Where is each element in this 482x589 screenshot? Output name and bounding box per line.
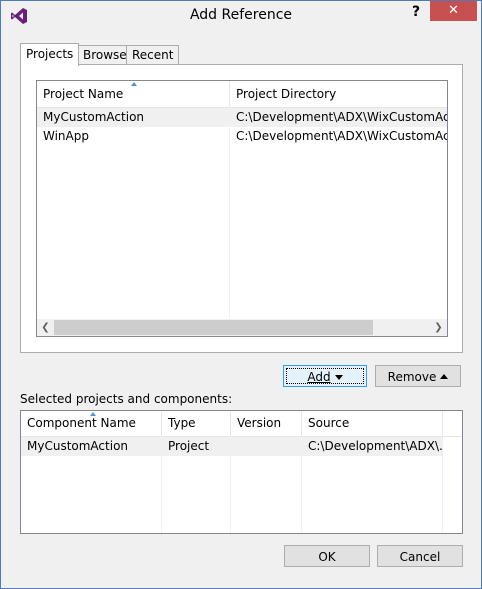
- component-name-cell: MyCustomAction: [27, 439, 129, 453]
- table-row[interactable]: MyCustomAction C:\Development\ADX\WixCus…: [37, 108, 447, 127]
- column-header-component-name-label: Component Name: [27, 416, 136, 430]
- column-header-project-directory[interactable]: Project Directory: [230, 81, 447, 107]
- tab-projects[interactable]: Projects: [20, 43, 80, 66]
- scroll-left-icon[interactable]: ❮: [37, 319, 54, 336]
- horizontal-scrollbar[interactable]: ❮ ❯: [37, 319, 447, 336]
- selected-components-list[interactable]: Component Name Type Version Source MyCus…: [20, 410, 463, 534]
- remove-button-label: Remove: [387, 370, 437, 384]
- dropup-arrow-icon: [440, 374, 449, 379]
- table-row[interactable]: MyCustomAction Project C:\Development\AD…: [21, 437, 443, 456]
- sort-ascending-icon: [131, 82, 137, 86]
- source-cell: C:\Development\ADX\...: [308, 439, 443, 453]
- selected-components-label: Selected projects and components:: [20, 392, 233, 406]
- version-cell: [231, 437, 302, 456]
- column-header-source[interactable]: Source: [302, 411, 443, 436]
- scroll-thumb[interactable]: [54, 320, 373, 335]
- column-header-source-label: Source: [308, 416, 350, 430]
- column-header-type[interactable]: Type: [162, 411, 231, 436]
- selected-list-header: Component Name Type Version Source: [21, 411, 462, 437]
- project-directory-cell: C:\Development\ADX\WixCustomAction: [236, 129, 447, 143]
- column-header-type-label: Type: [168, 416, 196, 430]
- title-bar: Add Reference ? ✕: [1, 1, 481, 31]
- scroll-right-icon[interactable]: ❯: [430, 319, 447, 336]
- project-name-cell: WinApp: [43, 129, 89, 143]
- table-row[interactable]: WinApp C:\Development\ADX\WixCustomActio…: [37, 127, 447, 146]
- column-header-version[interactable]: Version: [231, 411, 302, 436]
- projects-tab-panel: Project Name Project Directory MyCustomA…: [20, 64, 463, 353]
- help-button[interactable]: ?: [402, 2, 430, 22]
- focus-rectangle: [286, 368, 364, 384]
- sort-ascending-icon: [90, 412, 96, 416]
- cancel-button[interactable]: Cancel: [377, 545, 463, 567]
- project-name-cell: MyCustomAction: [43, 110, 145, 124]
- tab-recent[interactable]: Recent: [126, 45, 180, 65]
- project-directory-cell: C:\Development\ADX\WixCustomAction: [236, 110, 447, 124]
- add-reference-dialog: Add Reference ? ✕ Projects Browse Recent…: [0, 0, 482, 589]
- close-button[interactable]: ✕: [430, 1, 477, 21]
- column-header-version-label: Version: [237, 416, 282, 430]
- remove-button[interactable]: Remove: [375, 365, 461, 387]
- projects-list-header: Project Name Project Directory: [37, 81, 447, 108]
- column-header-project-directory-label: Project Directory: [236, 87, 337, 101]
- add-button[interactable]: Add: [283, 365, 367, 387]
- tab-browse[interactable]: Browse: [77, 45, 133, 65]
- column-header-project-name-label: Project Name: [43, 87, 124, 101]
- type-cell: Project: [168, 439, 210, 453]
- ok-button[interactable]: OK: [284, 545, 370, 567]
- projects-list[interactable]: Project Name Project Directory MyCustomA…: [36, 80, 448, 337]
